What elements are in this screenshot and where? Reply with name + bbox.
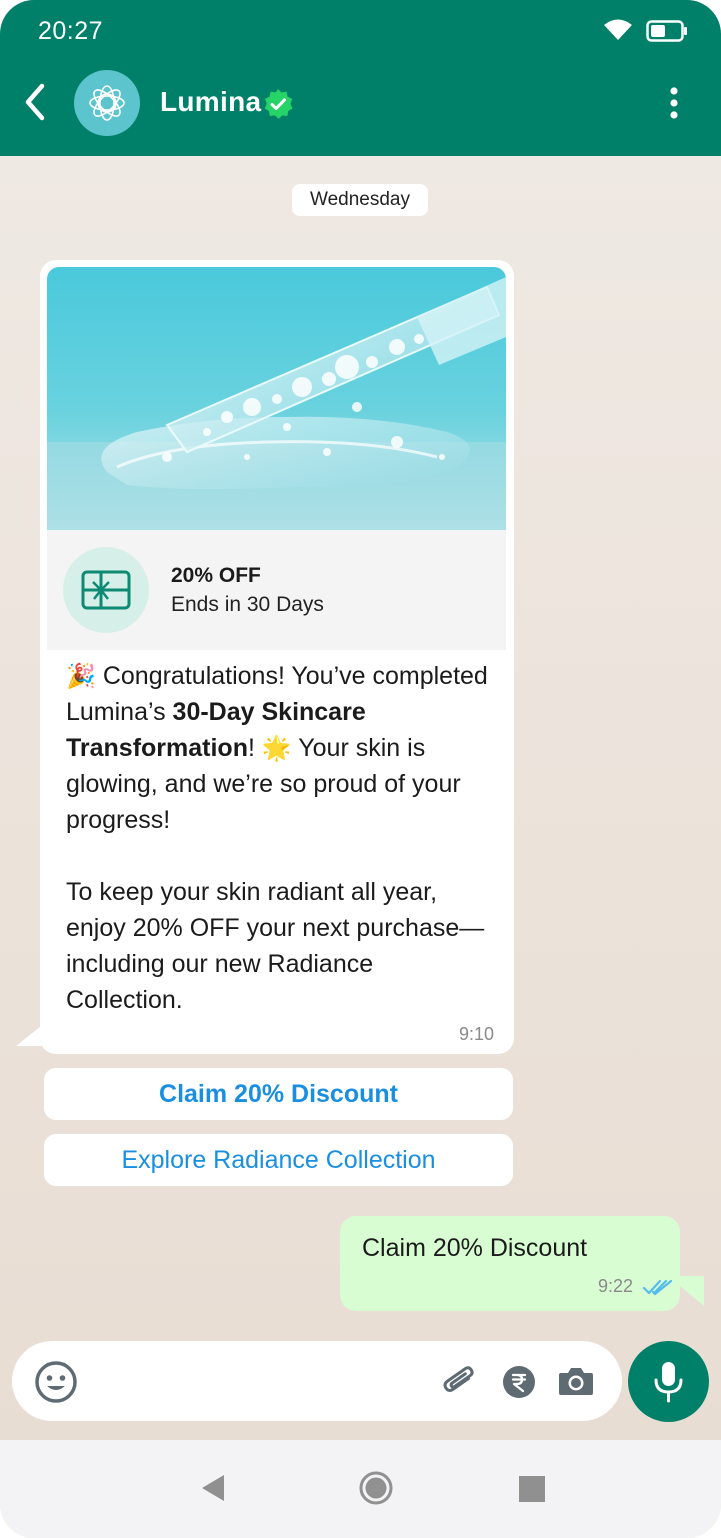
message-timestamp: 9:10 [458,1024,494,1044]
chat-header: 20:27 Lumina [0,0,721,156]
camera-icon[interactable] [558,1365,594,1397]
party-popper-emoji: 🎉 [66,662,96,690]
payment-rupee-icon[interactable] [502,1365,536,1399]
lumina-logo-icon [89,85,125,121]
attach-icon[interactable] [440,1361,480,1401]
date-chip: Wednesday [292,184,428,216]
system-nav-bar [0,1440,721,1538]
offer-title: 20% OFF [171,564,261,587]
verified-badge-icon [264,89,293,119]
outgoing-message[interactable]: Claim 20% Discount 9:22 [340,1216,680,1311]
message-input-bar[interactable] [12,1341,622,1421]
serum-dropper-image [47,267,506,530]
nav-recents-icon[interactable] [519,1476,545,1502]
emoji-icon[interactable] [34,1360,78,1404]
more-options-icon[interactable] [664,86,684,120]
gift-card-icon-wrap [63,547,149,633]
status-time: 20:27 [38,17,104,45]
glowing-star-emoji: 🌟 [261,734,292,762]
outgoing-message-timestamp: 9:22 [598,1276,634,1296]
nav-home-icon[interactable] [359,1471,393,1505]
explore-collection-button[interactable]: Explore Radiance Collection [44,1134,513,1186]
battery-icon [646,20,687,42]
phone-screen: 20:27 Lumina Wednesday 20% OFF Ends in 3… [0,0,721,1538]
contact-name[interactable]: Lumina [160,86,261,118]
offer-card: 20% OFF Ends in 30 Days [47,530,506,650]
mic-icon [654,1362,683,1403]
back-arrow-icon[interactable] [18,82,52,122]
message-paragraph-1: 🎉 Congratulations! You’ve completed Lumi… [66,662,488,834]
chat-area[interactable]: Wednesday 20% OFF Ends in 30 Days 🎉 Cong… [0,156,721,1440]
incoming-message[interactable]: 20% OFF Ends in 30 Days 🎉 Congratulation… [40,260,514,1054]
wifi-icon [604,19,632,40]
nav-back-icon[interactable] [200,1473,226,1503]
contact-avatar[interactable] [74,70,140,136]
message-body: 🎉 Congratulations! You’ve completed Lumi… [66,658,496,1018]
gift-card-icon [81,570,131,610]
read-ticks-icon [642,1279,673,1296]
message-paragraph-2: To keep your skin radiant all year, enjo… [66,878,485,1014]
offer-subtitle: Ends in 30 Days [171,593,324,616]
outgoing-message-text: Claim 20% Discount [362,1234,588,1262]
voice-record-button[interactable] [628,1341,709,1422]
promo-image[interactable] [47,267,506,530]
claim-discount-button[interactable]: Claim 20% Discount [44,1068,513,1120]
